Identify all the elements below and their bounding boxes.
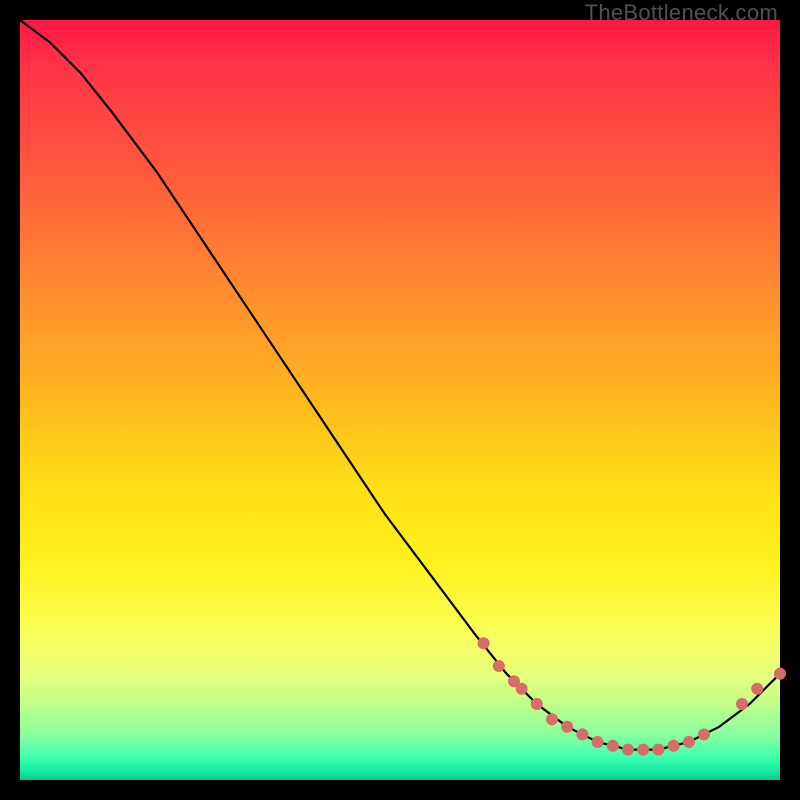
data-point (531, 698, 543, 710)
data-point (516, 683, 528, 695)
curve-path (20, 20, 780, 750)
data-point (493, 660, 505, 672)
data-point (576, 728, 588, 740)
data-point (637, 744, 649, 756)
data-point (668, 740, 680, 752)
data-point (683, 736, 695, 748)
data-point (736, 698, 748, 710)
chart-frame: TheBottleneck.com (0, 0, 800, 800)
data-point (652, 744, 664, 756)
plot-area (20, 20, 780, 780)
curve-markers (478, 637, 786, 755)
data-point (561, 721, 573, 733)
data-point (774, 668, 786, 680)
data-point (751, 683, 763, 695)
bottleneck-curve (20, 20, 780, 750)
watermark-text: TheBottleneck.com (585, 0, 778, 26)
data-point (592, 736, 604, 748)
data-point (607, 740, 619, 752)
data-point (546, 713, 558, 725)
data-point (698, 728, 710, 740)
data-point (622, 744, 634, 756)
data-point (478, 637, 490, 649)
chart-svg (20, 20, 780, 780)
